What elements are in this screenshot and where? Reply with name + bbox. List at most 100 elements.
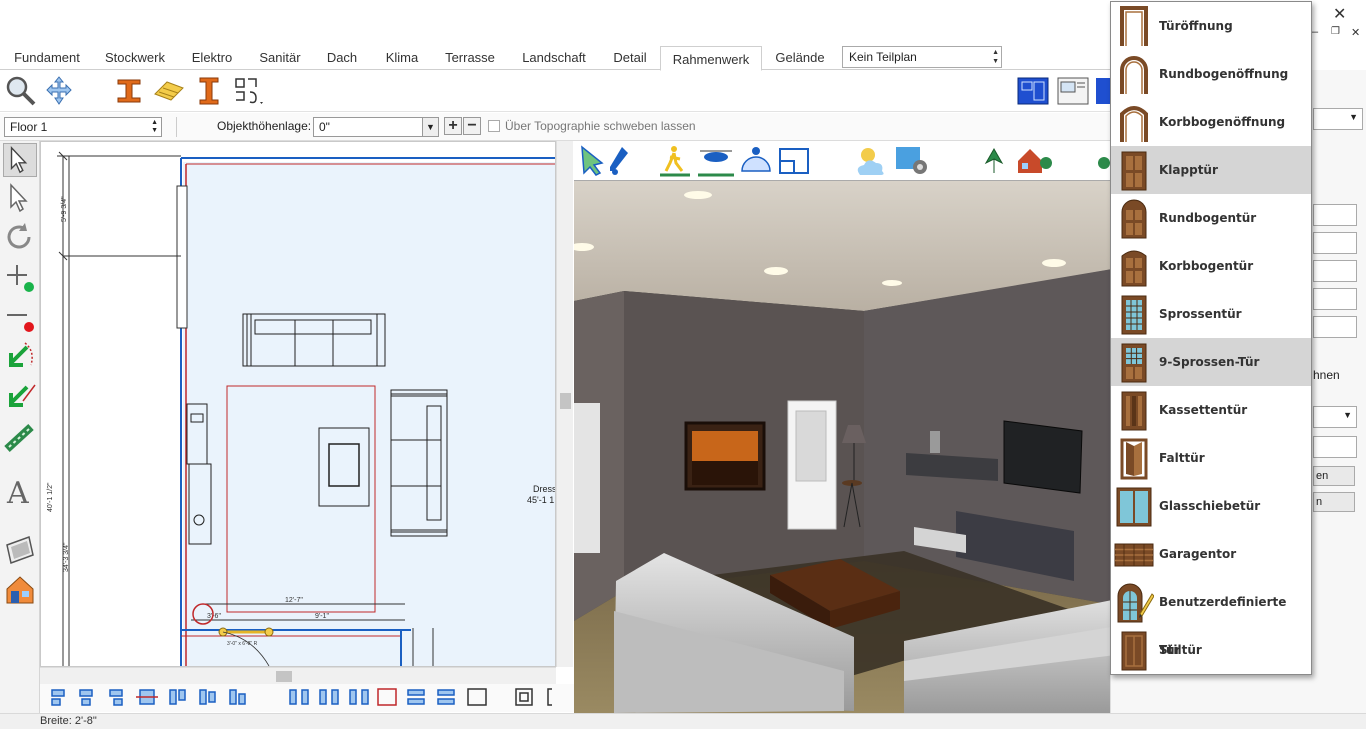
menu-item-mullion-door[interactable]: Sprossentür (1111, 290, 1311, 338)
3d-white-door[interactable] (787, 400, 837, 530)
tab-gelaende[interactable]: Gelände (766, 48, 834, 70)
3d-camera-view[interactable] (574, 181, 1148, 713)
close-window-icon[interactable]: ✕ (1333, 4, 1346, 24)
menu-item-hinged-door[interactable]: Klapptür (1111, 146, 1311, 194)
distribute-horizontal-icon[interactable] (289, 689, 309, 705)
question-spacing-icon[interactable] (377, 688, 397, 706)
close-document-icon[interactable]: ✕ (1351, 26, 1360, 39)
menu-item-garage-door[interactable]: Garagentor (1111, 530, 1311, 578)
tab-landschaft[interactable]: Landschaft (512, 48, 596, 70)
stack-center-icon[interactable] (437, 689, 455, 705)
panel-field-6[interactable] (1313, 436, 1357, 458)
floor-select[interactable]: Floor 1 ▲ ▼ (4, 117, 162, 137)
house-library-icon[interactable] (3, 573, 37, 607)
eyedropper-icon[interactable] (610, 147, 628, 175)
rotate-icon[interactable] (3, 221, 37, 255)
panel-field-5[interactable] (1313, 316, 1357, 338)
fill-pattern-icon[interactable] (3, 421, 37, 455)
walk-person-icon[interactable] (660, 146, 690, 177)
menu-item-style-door[interactable]: Stiltür (1111, 626, 1311, 674)
tab-detail[interactable]: Detail (604, 48, 656, 70)
frame-icon[interactable] (467, 688, 487, 706)
select-pointer-icon[interactable] (3, 143, 37, 177)
render-settings-icon[interactable] (896, 147, 927, 174)
menu-item-round-arch-door[interactable]: Rundbogentür (1111, 194, 1311, 242)
tab-sanitaer[interactable]: Sanitär (250, 48, 310, 70)
camera-select-icon[interactable] (581, 145, 604, 176)
panel-dropdown[interactable]: ▼ (1313, 108, 1363, 130)
menu-item-sliding-glass-door[interactable]: Glasschiebetür (1111, 482, 1311, 530)
align-left-icon[interactable] (51, 689, 65, 706)
elevation-input[interactable]: 0" ▼ (313, 117, 439, 137)
distribute-equal-icon[interactable] (319, 689, 339, 705)
restore-window-icon[interactable]: ❐ (1331, 26, 1340, 37)
floor-plan-view[interactable]: 5'-9 3/4" 40'-1 1/2" 34'-3 3/4" 12'-7" 3… (40, 141, 556, 667)
join-line-icon[interactable] (3, 381, 37, 415)
tab-rahmenwerk[interactable]: Rahmenwerk (660, 46, 762, 71)
partial-plan-select[interactable]: Kein Teilplan ▲ ▼ (842, 46, 1002, 68)
panel-field-3[interactable] (1313, 260, 1357, 282)
panel-field-4[interactable] (1313, 288, 1357, 310)
tab-klima[interactable]: Klima (374, 48, 430, 70)
break-line-icon[interactable] (3, 341, 37, 375)
dome-camera-icon[interactable] (741, 147, 771, 172)
pan-hand-icon[interactable] (42, 74, 76, 108)
panel-field-2[interactable] (1313, 232, 1357, 254)
framing-tools-icon[interactable] (232, 74, 266, 108)
increase-button[interactable]: + (444, 117, 462, 135)
steel-beam-icon[interactable] (112, 74, 146, 108)
stack-vertical-icon[interactable] (407, 689, 425, 705)
plan-vertical-scrollbar[interactable] (556, 141, 573, 667)
column-beam-icon[interactable] (192, 74, 226, 108)
layout-view-icon[interactable] (1056, 74, 1090, 108)
center-both-icon[interactable] (136, 689, 158, 705)
tab-stockwerk[interactable]: Stockwerk (96, 48, 174, 70)
zoom-icon[interactable] (4, 74, 38, 108)
tab-elektro[interactable]: Elektro (180, 48, 244, 70)
add-point-icon[interactable] (3, 261, 37, 295)
bracket-icon[interactable] (547, 688, 552, 706)
menu-item-door-opening[interactable]: Türöffnung (1111, 2, 1311, 50)
double-frame-icon[interactable] (515, 688, 533, 706)
align-right-icon[interactable] (109, 689, 123, 706)
float-terrain-checkbox[interactable] (488, 120, 500, 132)
spin-arrows-icon[interactable]: ▲ ▼ (992, 48, 999, 66)
tab-fundament[interactable]: Fundament (8, 48, 86, 70)
wall-tv[interactable] (1003, 420, 1083, 494)
wall-painting[interactable] (684, 421, 766, 491)
space-evenly-icon[interactable] (349, 689, 369, 705)
menu-item-basket-arch-opening[interactable]: Korbbogenöffnung (1111, 98, 1311, 146)
tree-icon[interactable] (1098, 157, 1110, 169)
scroll-thumb[interactable] (276, 671, 292, 682)
plan-horizontal-scrollbar[interactable] (40, 667, 556, 684)
terrain-plant-icon[interactable] (984, 147, 1004, 173)
elevation-view-icon[interactable] (1094, 74, 1110, 108)
chevron-down-icon[interactable]: ▼ (422, 118, 438, 136)
panel-button-2[interactable]: n (1313, 492, 1355, 512)
panel-field-1[interactable] (1313, 204, 1357, 226)
panel-select[interactable]: ▼ (1313, 406, 1357, 428)
tab-dach[interactable]: Dach (316, 48, 368, 70)
tab-terrasse[interactable]: Terrasse (436, 48, 504, 70)
align-middle-icon[interactable] (199, 689, 216, 705)
menu-item-round-arch-opening[interactable]: Rundbogenöffnung (1111, 50, 1311, 98)
camera-plan-icon[interactable] (779, 148, 809, 174)
house-landscape-icon[interactable] (1018, 149, 1052, 173)
align-top-icon[interactable] (169, 689, 186, 705)
decrease-button[interactable]: − (463, 117, 481, 135)
menu-item-folding-door[interactable]: Falttür (1111, 434, 1311, 482)
minimize-window-icon[interactable]: – (1312, 26, 1318, 38)
menu-item-basket-arch-door[interactable]: Korbbogentür (1111, 242, 1311, 290)
menu-item-panel-door[interactable]: Kassettentür (1111, 386, 1311, 434)
spin-arrows-icon[interactable]: ▲ ▼ (151, 119, 158, 135)
menu-item-custom-door[interactable]: Benutzerdefinierte Tür (1111, 578, 1311, 657)
floor-plan-view-icon[interactable] (1016, 74, 1050, 108)
weather-sun-cloud-icon[interactable] (857, 148, 884, 175)
align-bottom-icon[interactable] (229, 689, 246, 705)
multi-select-icon[interactable] (3, 181, 37, 215)
panel-button-1[interactable]: en (1313, 466, 1355, 486)
scroll-thumb[interactable] (560, 393, 571, 409)
joist-icon[interactable] (152, 74, 186, 108)
remove-point-icon[interactable] (3, 301, 37, 335)
drone-view-icon[interactable] (698, 150, 734, 177)
